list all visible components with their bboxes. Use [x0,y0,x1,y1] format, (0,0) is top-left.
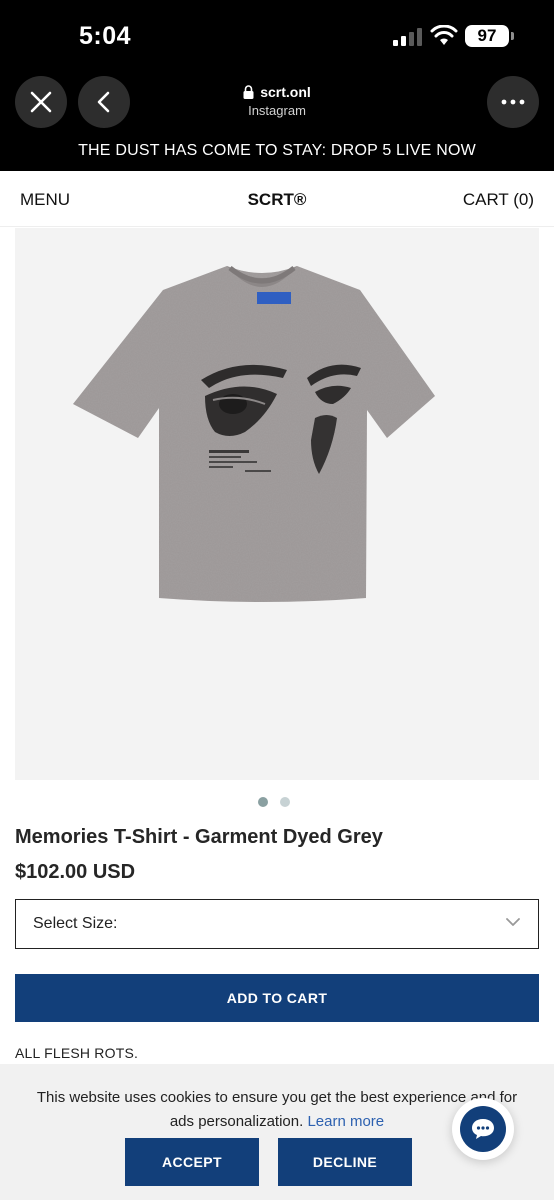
cellular-signal-icon [393,28,422,46]
battery-tip [511,32,514,40]
pager-dot-active[interactable] [258,797,268,807]
size-select-label: Select Size: [33,915,118,932]
accept-button[interactable]: ACCEPT [125,1138,259,1186]
product-price: $102.00 USD [15,861,136,883]
product-title: Memories T-Shirt - Garment Dyed Grey [15,826,383,848]
learn-more-link[interactable]: Learn more [307,1113,384,1130]
battery-icon: 97 [465,25,509,47]
browser-chrome: 5:04 97 scrt.onl Instagram THE DUST HAS … [0,0,554,171]
size-select[interactable]: Select Size: [15,899,539,949]
wifi-icon [430,25,458,45]
chat-bubble [460,1106,506,1152]
product-description: ALL FLESH ROTS. [15,1045,139,1061]
site-header: MENU SCRT® CART (0) [0,171,554,227]
more-dots-icon [501,99,525,105]
status-bar: 5:04 97 [0,0,554,70]
url-display[interactable]: scrt.onl Instagram [177,84,377,118]
back-chevron-icon [97,91,110,113]
add-to-cart-button[interactable]: ADD TO CART [15,974,539,1022]
status-time: 5:04 [79,22,132,50]
chat-button[interactable] [452,1098,514,1160]
more-options-button[interactable] [487,76,539,128]
cart-link[interactable]: CART (0) [463,190,534,210]
close-button[interactable] [15,76,67,128]
close-icon [30,91,52,113]
announcement-bar[interactable]: THE DUST HAS COME TO STAY: DROP 5 LIVE N… [0,142,554,160]
chat-icon [472,1119,494,1139]
source-app: Instagram [248,103,306,118]
url-text: scrt.onl [260,84,311,100]
chevron-down-icon [506,918,520,926]
back-button[interactable] [78,76,130,128]
menu-link[interactable]: MENU [20,190,70,210]
image-pager [258,797,290,807]
lock-icon [243,85,254,99]
decline-button[interactable]: DECLINE [278,1138,412,1186]
product-image[interactable] [15,228,539,780]
pager-dot[interactable] [280,797,290,807]
cookie-message: This website uses cookies to ensure you … [36,1089,518,1130]
tshirt-image [73,266,435,602]
